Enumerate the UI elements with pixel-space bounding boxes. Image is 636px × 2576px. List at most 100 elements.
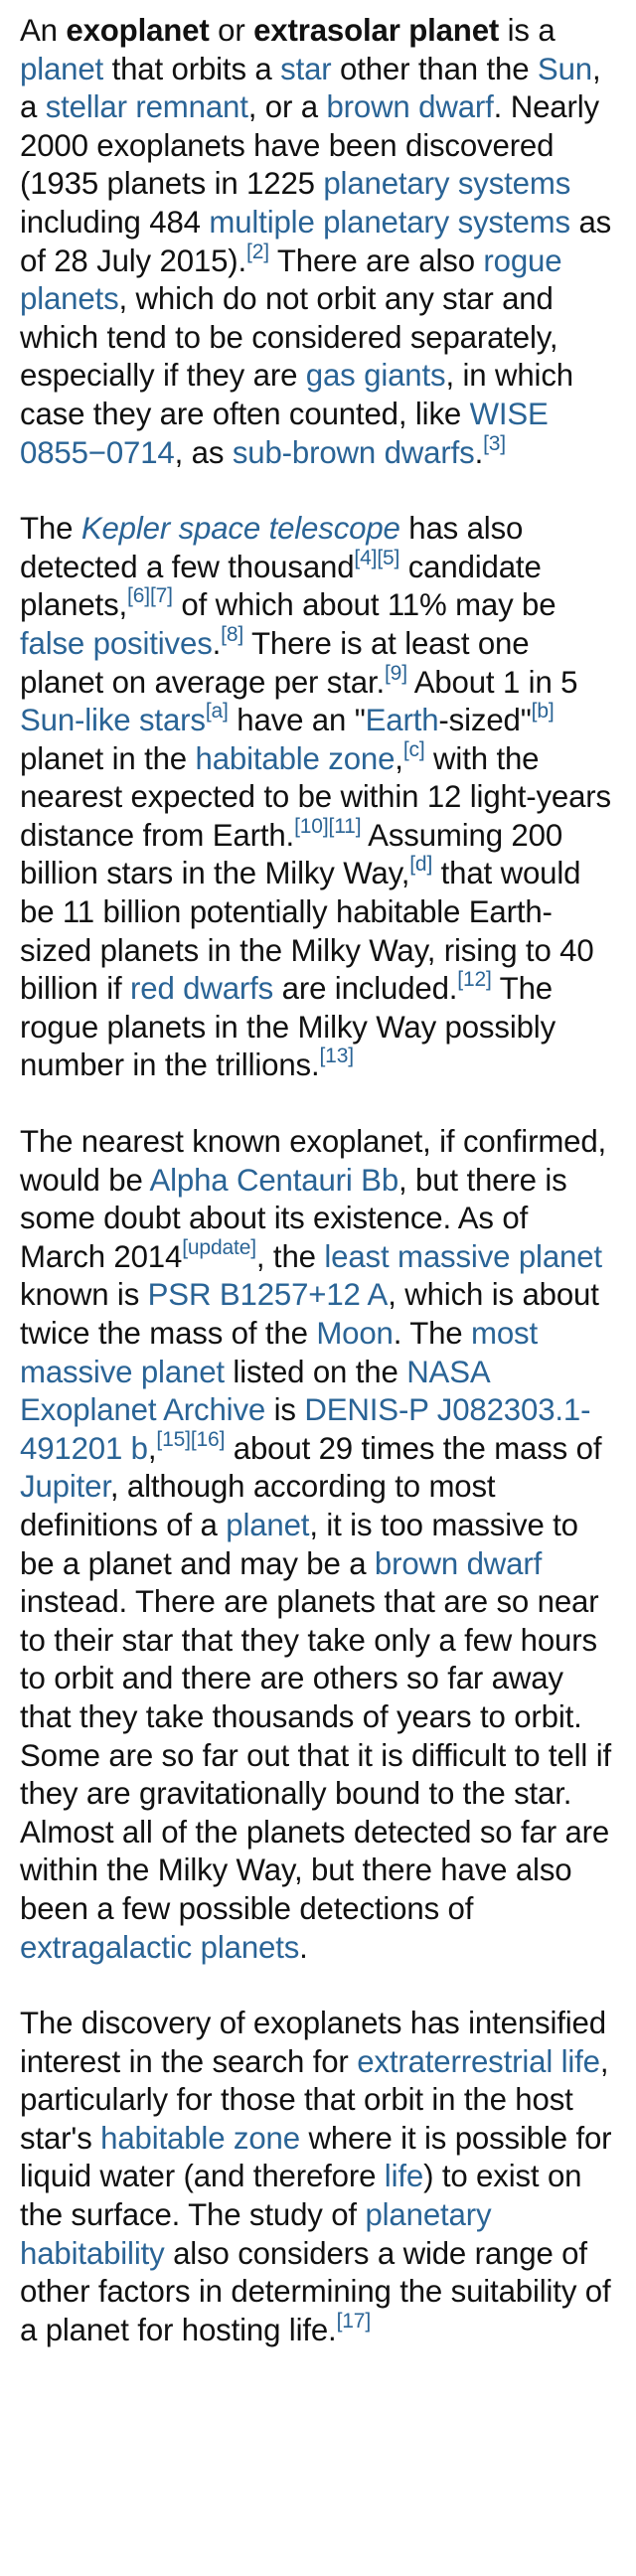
reference-marker: [4] (354, 547, 377, 569)
reference-link-d[interactable]: [d] (409, 853, 432, 876)
body-text: including 484 (20, 204, 210, 240)
body-text: . (299, 1929, 308, 1965)
link-sun-like-stars[interactable]: Sun-like stars (20, 703, 206, 737)
reference-marker: [17] (337, 2310, 372, 2333)
body-text: , (395, 740, 403, 776)
link-habitable-zone[interactable]: habitable zone (196, 741, 396, 776)
reference-marker: [9] (385, 662, 407, 685)
reference-marker: [6] (127, 584, 150, 607)
link-sun[interactable]: Sun (538, 52, 592, 86)
reference-link-12[interactable]: [12] (457, 968, 492, 991)
link-kepler-space-telescope[interactable]: Kepler space telescope (81, 511, 400, 546)
body-text: . The (393, 1316, 472, 1351)
body-text: have an " (228, 703, 366, 738)
body-text: or (209, 13, 254, 48)
reference-link-3[interactable]: [3] (483, 432, 506, 455)
link-planet[interactable]: planet (20, 52, 103, 86)
body-text: . (212, 625, 222, 661)
reference-link-10[interactable]: [10] (294, 815, 329, 838)
body-text: The (20, 511, 81, 547)
reference-link-7[interactable]: [7] (150, 584, 173, 607)
link-extraterrestrial-life[interactable]: extraterrestrial life (357, 2044, 600, 2079)
link-moon[interactable]: Moon (316, 1316, 394, 1351)
link-jupiter[interactable]: Jupiter (20, 1469, 110, 1504)
reference-marker: [c] (403, 738, 425, 761)
body-text: listed on the (224, 1354, 407, 1389)
reference-link-11[interactable]: [11] (329, 815, 362, 838)
link-planetary-systems[interactable]: planetary systems (323, 166, 570, 201)
reference-marker: [7] (150, 584, 173, 607)
paragraph-2: The Kepler space telescope has also dete… (20, 510, 616, 1085)
reference-link-17[interactable]: [17] (337, 2310, 372, 2333)
reference-link-update[interactable]: [update] (182, 1236, 256, 1259)
link-gas-giants[interactable]: gas giants (306, 358, 446, 393)
reference-link-15[interactable]: [15] (156, 1428, 191, 1451)
link-psr-b1257-12-a[interactable]: PSR B1257+12 A (148, 1277, 389, 1312)
link-red-dwarfs[interactable]: red dwarfs (130, 971, 273, 1006)
body-text: is (265, 1392, 305, 1428)
link-star[interactable]: star (280, 52, 332, 86)
paragraph-4: The discovery of exoplanets has intensif… (20, 2005, 616, 2349)
body-text: are included. (273, 971, 458, 1007)
reference-marker: [8] (221, 623, 243, 646)
link-least-massive-planet[interactable]: least massive planet (324, 1239, 602, 1274)
body-text: There are also (268, 242, 484, 278)
reference-marker: [16] (191, 1428, 226, 1451)
reference-marker: [5] (377, 547, 399, 569)
reference-link-16[interactable]: [16] (191, 1428, 226, 1451)
body-text: , or a (247, 89, 327, 125)
reference-marker: [12] (457, 968, 492, 991)
link-alpha-centauri-bb[interactable]: Alpha Centauri Bb (149, 1163, 398, 1198)
body-text: About 1 in 5 (406, 664, 578, 700)
link-brown-dwarf[interactable]: brown dwarf (326, 89, 493, 124)
reference-marker: [10] (294, 815, 329, 838)
reference-link-6[interactable]: [6] (127, 584, 150, 607)
body-text: of which about 11% may be (172, 587, 556, 623)
link-multiple-planetary-systems[interactable]: multiple planetary systems (209, 205, 570, 240)
reference-link-b[interactable]: [b] (532, 700, 555, 723)
body-text: that orbits a (103, 51, 281, 86)
reference-link-5[interactable]: [5] (377, 547, 399, 569)
reference-marker: [d] (409, 853, 432, 876)
body-text: is a (499, 13, 556, 48)
reference-link-2[interactable]: [2] (246, 241, 269, 263)
link-earth[interactable]: Earth (366, 703, 439, 737)
body-text: instead. There are planets that are so n… (20, 1584, 612, 1926)
link-extragalactic-planets[interactable]: extragalactic planets (20, 1930, 299, 1965)
reference-marker: [2] (246, 241, 269, 263)
link-sub-brown-dwarfs[interactable]: sub-brown dwarfs (233, 435, 475, 470)
link-habitable-zone[interactable]: habitable zone (100, 2121, 300, 2156)
body-text: -sized" (438, 703, 532, 738)
reference-link-9[interactable]: [9] (385, 662, 407, 685)
reference-marker: [3] (483, 432, 506, 455)
bold-term: extrasolar planet (253, 13, 500, 48)
body-text: other than the (331, 51, 538, 86)
paragraph-3: The nearest known exoplanet, if confirme… (20, 1123, 616, 1967)
body-text: planet in the (20, 740, 196, 776)
body-text: known is (20, 1277, 148, 1313)
reference-marker: [a] (206, 700, 229, 723)
paragraph-1: An exoplanet or extrasolar planet is a p… (20, 12, 616, 472)
reference-link-13[interactable]: [13] (319, 1045, 354, 1067)
reference-link-8[interactable]: [8] (221, 623, 243, 646)
body-text: . (474, 434, 484, 470)
link-brown-dwarf[interactable]: brown dwarf (375, 1546, 542, 1581)
body-text: An (20, 13, 67, 48)
link-planet[interactable]: planet (226, 1508, 309, 1542)
reference-marker: [11] (329, 815, 362, 838)
reference-marker: [update] (182, 1236, 256, 1259)
bold-term: exoplanet (66, 13, 210, 48)
reference-marker: [b] (532, 700, 555, 723)
body-text: , as (174, 434, 233, 470)
reference-marker: [13] (319, 1045, 354, 1067)
article-body: An exoplanet or extrasolar planet is a p… (20, 12, 616, 2349)
link-life[interactable]: life (385, 2159, 423, 2193)
link-stellar-remnant[interactable]: stellar remnant (46, 89, 248, 124)
reference-link-a[interactable]: [a] (206, 700, 229, 723)
reference-link-c[interactable]: [c] (403, 738, 425, 761)
body-text: , the (255, 1238, 325, 1274)
reference-marker: [15] (156, 1428, 191, 1451)
reference-link-4[interactable]: [4] (354, 547, 377, 569)
body-text: about 29 times the mass of (225, 1430, 602, 1466)
link-false-positives[interactable]: false positives (20, 626, 213, 661)
